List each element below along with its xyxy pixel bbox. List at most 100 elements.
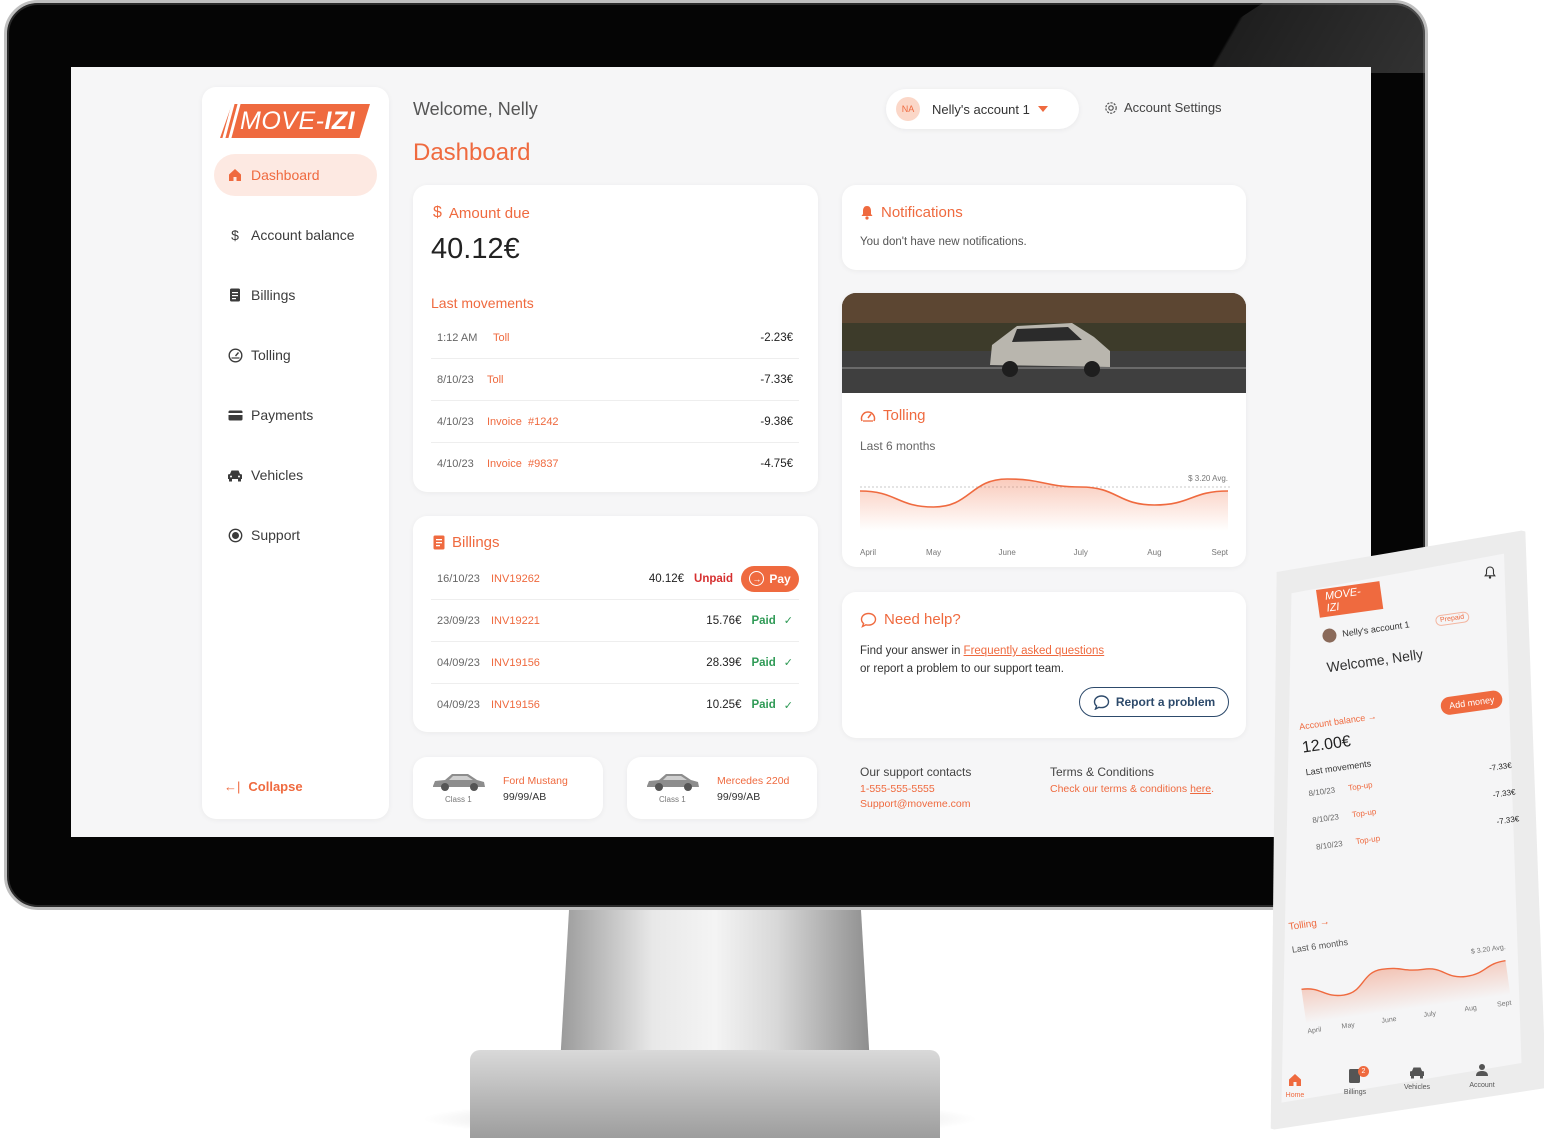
help-text-prefix: Find your answer in [860, 645, 964, 657]
account-label: Nelly's account 1 [932, 101, 1030, 117]
notifications-title-text: Notifications [881, 204, 963, 221]
car-photo [842, 293, 1246, 393]
bell-icon[interactable] [1484, 566, 1496, 582]
terms-text: Check our terms & conditions here. [1050, 783, 1214, 795]
sidebar-item-support[interactable]: Support [214, 514, 377, 556]
phone-nav-label: Billings [1343, 1089, 1367, 1096]
billing-invoice[interactable]: INV19156 [491, 699, 540, 711]
movement-label: Top-up [1347, 780, 1374, 793]
tolling-x-axis: April May June July Aug Sept [860, 548, 1229, 557]
help-title: Need help? [860, 611, 961, 628]
sidebar-item-billings[interactable]: Billings [214, 274, 377, 316]
logo-text: MOVE-IZI [220, 104, 370, 138]
billing-date: 04/09/23 [437, 699, 480, 711]
vehicle-card[interactable]: Class 1 Ford Mustang 99/99/AB [413, 757, 603, 819]
bell-icon [860, 205, 874, 220]
terms-title: Terms & Conditions [1050, 765, 1155, 779]
pay-button[interactable]: → Pay [741, 565, 799, 592]
billing-row[interactable]: 04/09/23 INV19156 28.39€ Paid ✓ [431, 642, 799, 684]
sidebar-item-payments[interactable]: Payments [214, 394, 377, 436]
logo[interactable]: MOVE-IZI [220, 104, 370, 138]
x-tick-label: April [860, 548, 876, 557]
billing-row[interactable]: 16/10/23 INV19262 40.12€ Unpaid → Pay [431, 558, 799, 600]
help-text-line2: or report a problem to our support team. [860, 663, 1064, 675]
x-tick-label: June [1381, 1016, 1397, 1025]
account-settings-link[interactable]: Account Settings [1104, 100, 1222, 115]
dollar-icon: $ [231, 227, 239, 243]
sidebar-item-dashboard[interactable]: Dashboard [214, 154, 377, 196]
sidebar-item-vehicles[interactable]: Vehicles [214, 454, 377, 496]
movement-row[interactable]: 8/10/23 Toll -7.33€ [431, 359, 799, 401]
welcome-text: Welcome, Nelly [413, 99, 538, 119]
report-problem-button[interactable]: Report a problem [1079, 687, 1229, 717]
tolling-card: Tolling Last 6 months $ 3.20 Avg. April M… [842, 293, 1246, 567]
tolling-title-text: Tolling [883, 407, 926, 424]
notifications-card: Notifications You don't have new notific… [842, 185, 1246, 270]
movement-label: Toll [487, 373, 504, 386]
monitor-stand-neck [560, 905, 870, 1065]
car-icon [433, 774, 485, 791]
page-title: Dashboard [413, 139, 531, 166]
x-tick-label: Sept [1497, 1000, 1512, 1009]
collapse-icon: ←| [224, 779, 241, 794]
support-phone-link[interactable]: 1-555-555-5555 [860, 783, 935, 795]
x-tick-label: Aug [1464, 1005, 1477, 1014]
status-badge: Paid [751, 656, 776, 669]
status-badge: Paid [751, 699, 776, 711]
x-tick-label: May [1341, 1022, 1356, 1031]
billing-invoice[interactable]: INV19262 [491, 573, 540, 585]
movement-date: 4/10/23 [437, 415, 474, 428]
billing-amount: 40.12€ [648, 572, 685, 585]
billing-row[interactable]: 23/09/23 INV19221 15.76€ Paid ✓ [431, 600, 799, 642]
billings-title: Billings [433, 534, 500, 551]
check-icon: ✓ [783, 699, 793, 712]
status-badge: Unpaid [694, 572, 733, 585]
vehicle-card[interactable]: Class 1 Mercedes 220d 99/99/AB [627, 757, 817, 819]
billings-card: Billings 16/10/23 INV19262 40.12€ Unpaid… [413, 516, 818, 732]
sidebar-item-label: Billings [251, 287, 296, 303]
terms-link[interactable]: here [1190, 783, 1211, 795]
phone-nav-home[interactable]: Home [1278, 1073, 1312, 1099]
phone-account-label: Nelly's account 1 [1341, 619, 1411, 639]
billing-invoice[interactable]: INV19156 [491, 657, 540, 669]
monitor-stand-base [470, 1050, 940, 1138]
check-icon: ✓ [783, 657, 793, 669]
card-icon [226, 410, 244, 421]
collapse-button[interactable]: ←| Collapse [224, 779, 303, 794]
sidebar-item-tolling[interactable]: Tolling [214, 334, 377, 376]
billing-amount: 15.76€ [706, 614, 742, 627]
vehicle-class: Class 1 [659, 795, 686, 804]
x-tick-label: Sept [1212, 548, 1229, 557]
document-icon [226, 288, 244, 302]
phone-nav-billings[interactable]: 2 Billings [1336, 1066, 1374, 1096]
home-icon [1289, 1074, 1301, 1086]
monitor-screen: MOVE-IZI Dashboard $ Account balance Bil… [71, 67, 1371, 837]
movement-date: 4/10/23 [437, 458, 474, 470]
movement-amount: -7.33€ [1492, 787, 1517, 800]
help-title-text: Need help? [884, 611, 961, 628]
faq-link[interactable]: Frequently asked questions [964, 645, 1105, 657]
bezel-sheen [1155, 3, 1425, 73]
avatar [1321, 627, 1338, 644]
vehicle-plate: 99/99/AB [717, 791, 761, 803]
average-label: $ 3.20 Avg. [1188, 474, 1228, 483]
support-contacts-title: Our support contacts [860, 765, 972, 779]
last-movements-title: Last movements [431, 295, 534, 311]
billing-date: 23/09/23 [437, 614, 480, 627]
account-selector[interactable]: NA Nelly's account 1 [886, 89, 1079, 129]
chat-bubble-icon [1093, 694, 1110, 710]
support-email-link[interactable]: Support@moveme.com [860, 798, 970, 810]
movement-row[interactable]: 4/10/23 Invoice #1242 -9.38€ [431, 401, 799, 443]
tolling-subtitle: Last 6 months [860, 439, 936, 453]
speedometer-icon [860, 409, 876, 423]
movement-row[interactable]: 1:12 AM Toll -2.23€ [431, 317, 799, 359]
billing-invoice[interactable]: INV19221 [491, 615, 540, 627]
billing-row[interactable]: 04/09/23 INV19156 10.25€ Paid ✓ [431, 684, 799, 726]
phone-nav-account[interactable]: Account [1462, 1063, 1502, 1089]
phone-balance-card: Account balance → Add money 12.00€ Last … [1298, 689, 1520, 852]
phone-nav-vehicles[interactable]: Vehicles [1398, 1066, 1436, 1091]
amount-due-card: $ Amount due 40.12€ Last movements 1:12 … [413, 185, 818, 492]
sidebar-item-account-balance[interactable]: $ Account balance [214, 214, 377, 256]
movement-row[interactable]: 4/10/23 Invoice #9837 -4.75€ [431, 443, 799, 485]
home-icon [226, 168, 244, 182]
